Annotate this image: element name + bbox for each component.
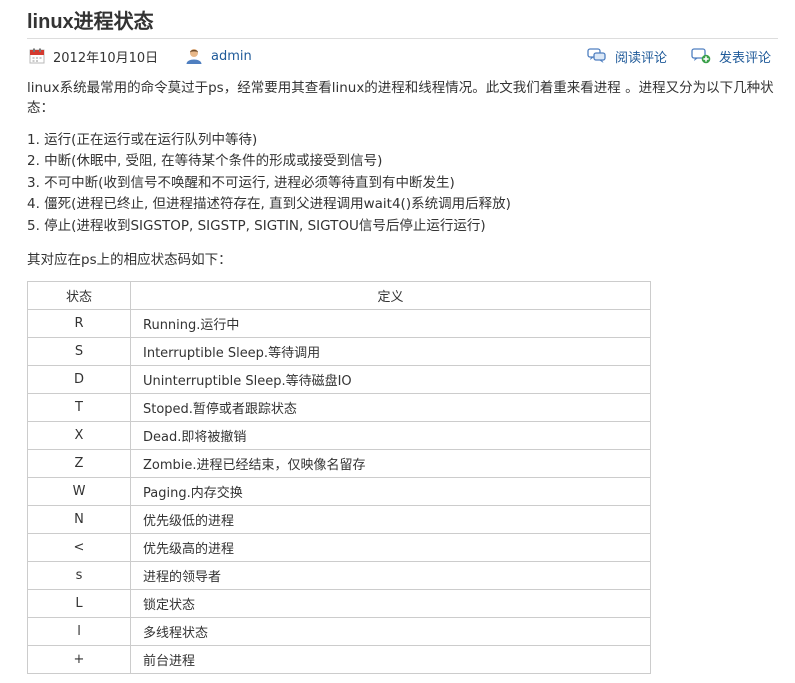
header-definition: 定义 <box>130 281 651 311</box>
header-status: 状态 <box>27 281 131 311</box>
status-definition: 多线程状态 <box>130 617 651 647</box>
table-header-row: 状态 定义 <box>27 281 651 311</box>
status-definition: Dead.即将被撤销 <box>130 421 651 451</box>
state-list: 1. 运行(正在运行或在运行队列中等待) 2. 中断(休眠中, 受阻, 在等待某… <box>27 130 782 237</box>
table-intro: 其对应在ps上的相应状态码如下： <box>27 252 232 269</box>
table-row: < 优先级高的进程 <box>27 533 651 563</box>
user-icon <box>186 49 202 64</box>
table-row: S Interruptible Sleep.等待调用 <box>27 337 651 367</box>
status-code: < <box>27 533 131 563</box>
status-definition: Zombie.进程已经结束，仅映像名留存 <box>130 449 651 479</box>
post-author[interactable]: admin <box>185 46 252 66</box>
status-code: T <box>27 393 131 423</box>
table-row: X Dead.即将被撤销 <box>27 421 651 451</box>
status-code: Z <box>27 449 131 479</box>
page-title: linux进程状态 <box>27 11 154 33</box>
status-definition: 优先级低的进程 <box>130 505 651 535</box>
status-code: X <box>27 421 131 451</box>
table-row: + 前台进程 <box>27 645 651 675</box>
table-row: N 优先级低的进程 <box>27 505 651 535</box>
table-row: s 进程的领导者 <box>27 561 651 591</box>
post-date-text: 2012年10月10日 <box>53 50 159 66</box>
status-code: W <box>27 477 131 507</box>
status-definition: Running.运行中 <box>130 309 651 339</box>
status-code-table: 状态 定义 R Running.运行中 S Interruptible Slee… <box>27 281 651 675</box>
status-code: D <box>27 365 131 395</box>
list-item: 3. 不可中断(收到信号不唤醒和不可运行, 进程必须等待直到有中断发生) <box>27 174 455 191</box>
read-comments-link[interactable]: 阅读评论 <box>587 46 667 66</box>
table-row: R Running.运行中 <box>27 309 651 339</box>
table-row: T Stoped.暂停或者跟踪状态 <box>27 393 651 423</box>
intro-paragraph: linux系统最常用的命令莫过于ps，经常要用其查看linux的进程和线程情况。… <box>27 80 774 116</box>
post-comment-label[interactable]: 发表评论 <box>719 47 771 66</box>
status-code: s <box>27 561 131 591</box>
list-item: 2. 中断(休眠中, 受阻, 在等待某个条件的形成或接受到信号) <box>27 153 383 170</box>
table-row: L 锁定状态 <box>27 589 651 619</box>
status-code: L <box>27 589 131 619</box>
author-link[interactable]: admin <box>211 49 252 64</box>
comments-icon <box>587 48 606 63</box>
table-row: Z Zombie.进程已经结束，仅映像名留存 <box>27 449 651 479</box>
add-comment-icon <box>691 48 711 64</box>
status-definition: 锁定状态 <box>130 589 651 619</box>
status-code: N <box>27 505 131 535</box>
status-definition: Interruptible Sleep.等待调用 <box>130 337 651 367</box>
status-definition: Uninterruptible Sleep.等待磁盘IO <box>130 365 651 395</box>
post-meta-bar: 2012年10月10日 admin 阅读评论 发表评论 <box>27 38 778 73</box>
read-comments-label[interactable]: 阅读评论 <box>615 47 667 66</box>
status-definition: Paging.内存交换 <box>130 477 651 507</box>
article-body: linux系统最常用的命令莫过于ps，经常要用其查看linux的进程和线程情况。… <box>27 78 782 675</box>
list-item: 4. 僵死(进程已终止, 但进程描述符存在, 直到父进程调用wait4()系统调… <box>27 196 511 213</box>
status-definition: 前台进程 <box>130 645 651 675</box>
status-code: l <box>27 617 131 647</box>
list-item: 1. 运行(正在运行或在运行队列中等待) <box>27 132 258 148</box>
post-date: 2012年10月10日 <box>29 46 158 66</box>
list-item: 5. 停止(进程收到SIGSTOP, SIGSTP, SIGTIN, SIGTO… <box>27 217 486 234</box>
status-code: S <box>27 337 131 367</box>
table-row: l 多线程状态 <box>27 617 651 647</box>
status-code: + <box>27 645 131 675</box>
post-comment-link[interactable]: 发表评论 <box>691 46 771 66</box>
table-row: W Paging.内存交换 <box>27 477 651 507</box>
status-definition: 进程的领导者 <box>130 561 651 591</box>
status-code: R <box>27 309 131 339</box>
calendar-icon <box>29 48 45 64</box>
table-row: D Uninterruptible Sleep.等待磁盘IO <box>27 365 651 395</box>
status-definition: Stoped.暂停或者跟踪状态 <box>130 393 651 423</box>
status-definition: 优先级高的进程 <box>130 533 651 563</box>
